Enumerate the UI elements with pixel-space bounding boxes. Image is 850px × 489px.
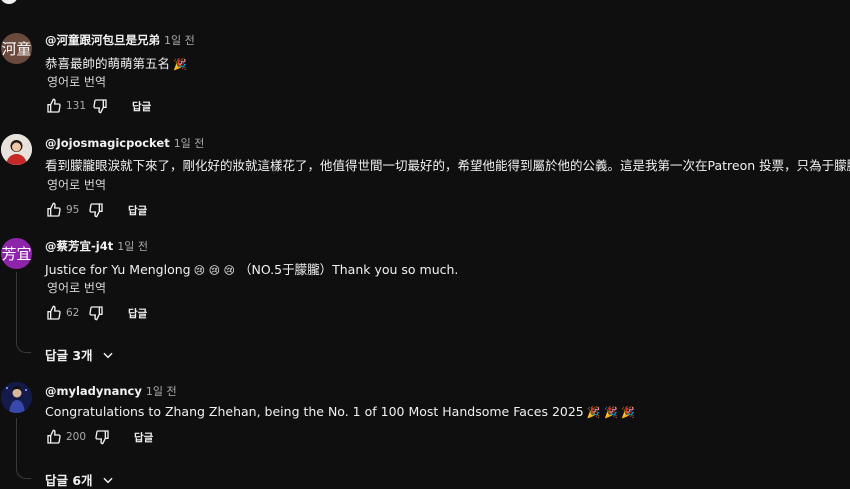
comment-text-content: （NO.5于朦朧）Thank you so much. — [239, 262, 459, 277]
reply-button[interactable]: 답글 — [132, 99, 151, 114]
reply-button[interactable]: 답글 — [128, 203, 147, 218]
author-handle[interactable]: @myladynancy — [45, 384, 142, 398]
avatar[interactable]: 河童 — [1, 33, 32, 64]
thread-connector — [16, 272, 31, 353]
comment-text: Justice for Yu Menglong 😢 😢 😢 （NO.5于朦朧）Th… — [45, 259, 458, 278]
comment-text-content: Congratulations to Zhang Zhehan, being t… — [45, 404, 584, 419]
top-avatar-partial — [0, 0, 18, 4]
comment-header: @蔡芳宜-j4t 1일 전 — [45, 238, 148, 254]
comment-actions: 95 답글 — [46, 202, 147, 218]
profile-photo-icon — [1, 382, 32, 413]
comment-time[interactable]: 1일 전 — [117, 240, 148, 253]
comment-text: 看到朦朧眼淚就下來了，剛化好的妝就這樣花了，他值得世間一切最好的，希望他能得到屬… — [45, 158, 850, 173]
like-count: 200 — [66, 431, 87, 443]
replies-count-label: 답글 6개 — [45, 473, 93, 488]
author-handle[interactable]: @Jojosmagicpocket — [45, 136, 170, 150]
view-replies-button[interactable]: 답글 3개 — [45, 345, 115, 364]
thumbs-down-icon[interactable] — [88, 202, 104, 218]
comment-text: 恭喜最帥的萌萌第五名 🎉 — [45, 53, 187, 72]
comment-actions: 62 답글 — [46, 305, 147, 321]
reply-button[interactable]: 답글 — [134, 430, 153, 445]
comment-header: @myladynancy 1일 전 — [45, 383, 177, 399]
comment-text-content: Justice for Yu Menglong — [45, 262, 191, 277]
comment-time[interactable]: 1일 전 — [146, 385, 177, 398]
translate-link[interactable]: 영어로 번역 — [47, 279, 106, 296]
thumbs-up-icon[interactable] — [46, 98, 62, 114]
like-count: 62 — [66, 307, 80, 319]
avatar-initials: 河童 — [1, 40, 32, 58]
translate-link[interactable]: 영어로 번역 — [47, 73, 106, 90]
thumbs-up-icon[interactable] — [46, 305, 62, 321]
thumbs-down-icon[interactable] — [88, 305, 104, 321]
translate-link[interactable]: 영어로 번역 — [47, 176, 106, 193]
thumbs-down-icon[interactable] — [94, 429, 110, 445]
party-popper-emoji: 🎉 — [173, 58, 187, 71]
view-replies-button[interactable]: 답글 6개 — [45, 470, 115, 489]
party-popper-emoji: 🎉 🎉 🎉 — [586, 406, 635, 419]
avatar[interactable]: 芳宜 — [1, 238, 32, 269]
author-handle[interactable]: @蔡芳宜-j4t — [45, 239, 113, 253]
comment-actions: 131 답글 — [46, 98, 151, 114]
avatar-initials: 芳宜 — [1, 245, 32, 263]
avatar[interactable] — [1, 134, 32, 165]
comment-time[interactable]: 1일 전 — [164, 34, 195, 47]
comment-header: @河童跟河包旦是兄弟 1일 전 — [45, 32, 195, 48]
thread-connector — [16, 418, 31, 479]
comment-header: @Jojosmagicpocket 1일 전 — [45, 135, 204, 151]
comment-actions: 200 답글 — [46, 429, 153, 445]
avatar[interactable] — [1, 382, 32, 413]
crying-face-emoji: 😢 😢 😢 — [193, 264, 236, 277]
thumbs-up-icon[interactable] — [46, 429, 62, 445]
author-handle[interactable]: @河童跟河包旦是兄弟 — [45, 33, 160, 47]
replies-count-label: 답글 3개 — [45, 348, 93, 363]
comment-time[interactable]: 1일 전 — [174, 137, 205, 150]
profile-photo-icon — [1, 134, 32, 165]
comment-text-content: 恭喜最帥的萌萌第五名 — [45, 56, 171, 71]
chevron-down-icon — [102, 477, 113, 483]
comment-text: Congratulations to Zhang Zhehan, being t… — [45, 404, 635, 419]
like-count: 131 — [66, 100, 87, 112]
reply-button[interactable]: 답글 — [128, 306, 147, 321]
chevron-down-icon — [102, 352, 113, 358]
thumbs-down-icon[interactable] — [92, 98, 108, 114]
thumbs-up-icon[interactable] — [46, 202, 62, 218]
like-count: 95 — [66, 204, 80, 216]
